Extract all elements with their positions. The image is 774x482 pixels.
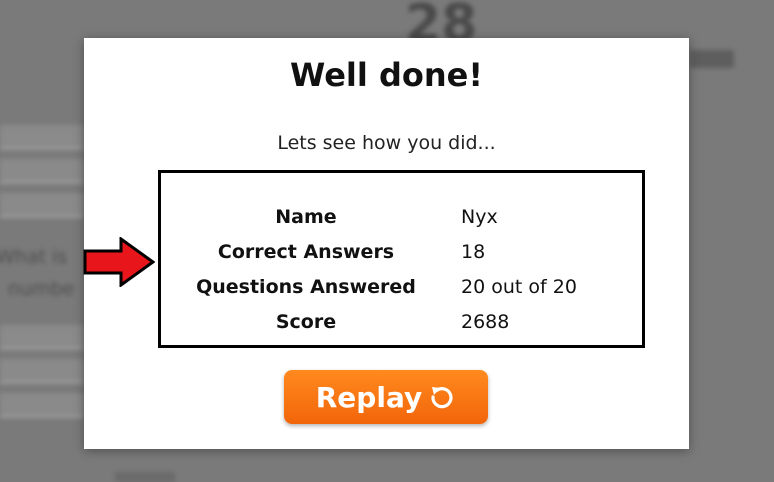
result-label: Questions Answered <box>196 275 416 298</box>
background-grid <box>0 125 84 425</box>
result-value: 2688 <box>461 310 510 333</box>
background-cell <box>0 159 84 184</box>
background-cell <box>0 325 84 350</box>
modal-subtitle: Lets see how you did... <box>277 132 496 154</box>
modal-title: Well done! <box>290 56 483 94</box>
result-row-name: Name Nyx <box>161 199 642 234</box>
result-row-correct: Correct Answers 18 <box>161 234 642 269</box>
background-cell <box>0 393 84 418</box>
result-label: Score <box>275 310 337 333</box>
background-cell <box>0 359 84 384</box>
result-label: Correct Answers <box>217 240 395 263</box>
result-row-score: Score 2688 <box>161 304 642 339</box>
background-stat <box>690 50 734 68</box>
background-question: What is <box>0 246 68 268</box>
result-row-answered: Questions Answered 20 out of 20 <box>161 269 642 304</box>
results-box: Name Nyx Correct Answers 18 Questions An… <box>158 170 645 348</box>
result-label: Name <box>275 205 337 228</box>
background-cell <box>0 193 84 218</box>
replay-button[interactable]: Replay <box>284 370 488 424</box>
pointer-arrow-icon <box>83 237 155 287</box>
result-value: 20 out of 20 <box>461 275 577 298</box>
result-value: 18 <box>461 240 486 263</box>
replay-icon <box>431 387 453 409</box>
result-value: Nyx <box>461 205 498 228</box>
background-cell <box>0 125 84 150</box>
background-question-line2: numbe <box>8 278 75 300</box>
results-table: Name Nyx Correct Answers 18 Questions An… <box>161 199 642 339</box>
replay-button-label: Replay <box>315 380 423 414</box>
